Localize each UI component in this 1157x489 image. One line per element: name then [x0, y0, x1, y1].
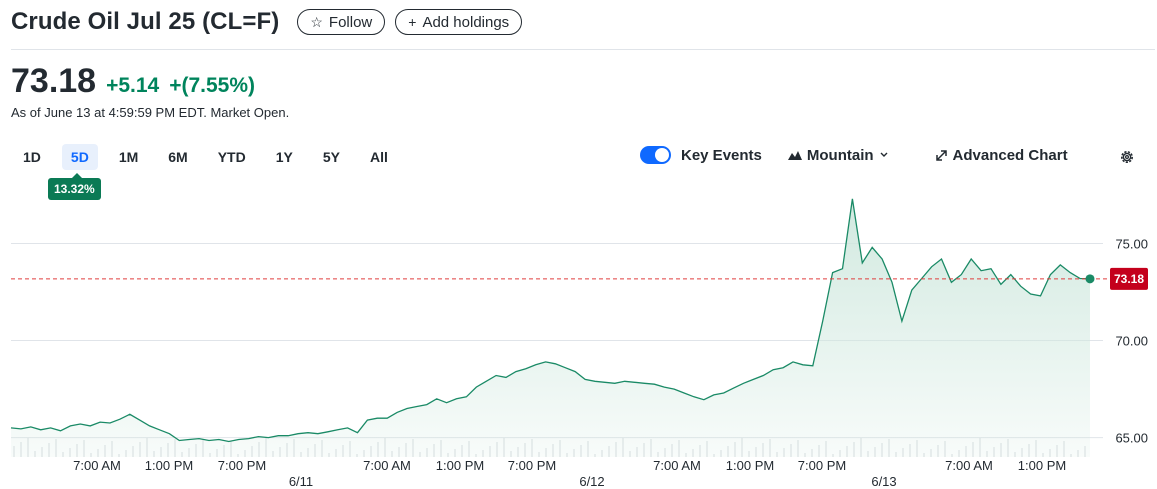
expand-arrows-icon: [935, 149, 947, 161]
quote-summary: 73.18 +5.14 +(7.55%): [11, 62, 255, 101]
add-holdings-button[interactable]: + Add holdings: [395, 9, 523, 35]
key-events-label: Key Events: [681, 146, 762, 164]
x-tick-label: 7:00 PM: [218, 458, 266, 473]
x-tick-label: 1:00 PM: [436, 458, 484, 473]
gear-icon[interactable]: [1119, 149, 1135, 165]
header: Crude Oil Jul 25 (CL=F) ☆ Follow + Add h…: [11, 8, 523, 36]
plus-icon: +: [408, 14, 417, 30]
y-tick-label: 70.00: [1115, 334, 1148, 349]
last-price-badge-label: 73.18: [1114, 272, 1144, 286]
toggle-knob: [655, 148, 669, 162]
quote-page: Crude Oil Jul 25 (CL=F) ☆ Follow + Add h…: [0, 0, 1157, 489]
x-tick-label: 7:00 PM: [508, 458, 556, 473]
page-title: Crude Oil Jul 25 (CL=F): [11, 8, 280, 35]
x-tick-label: 7:00 PM: [798, 458, 846, 473]
x-tick-label: 1:00 PM: [726, 458, 774, 473]
x-tick-label: 7:00 AM: [363, 458, 411, 473]
mountain-icon: [787, 151, 802, 160]
range-tab-ytd[interactable]: YTD: [209, 144, 255, 170]
x-tick-label: 1:00 PM: [145, 458, 193, 473]
range-tab-5y[interactable]: 5Y: [314, 144, 349, 170]
range-tab-1d[interactable]: 1D: [14, 144, 50, 170]
y-tick-label: 75.00: [1115, 237, 1148, 252]
header-divider: [11, 49, 1155, 50]
last-price-marker: [1085, 274, 1095, 284]
range-tab-5d[interactable]: 5D: [61, 144, 98, 170]
range-tab-all[interactable]: All: [361, 144, 397, 170]
follow-button[interactable]: ☆ Follow: [297, 9, 386, 35]
date-label: 6/12: [579, 474, 604, 489]
key-events-toggle[interactable]: [640, 146, 671, 164]
add-holdings-label: Add holdings: [422, 13, 510, 31]
chart-controls: Key Events Mountain Advanced Chart: [640, 146, 1068, 164]
time-range-tabs: 1D 5D 1M 6M YTD 1Y 5Y All: [14, 144, 409, 170]
y-tick-label: 65.00: [1115, 431, 1148, 446]
advanced-chart-button[interactable]: Advanced Chart: [935, 147, 1068, 164]
price-chart[interactable]: 65.00 70.00 75.00 73.18 7:00 AM 1:00 PM 7:00 P…: [0, 195, 1157, 489]
chart-type-label: Mountain: [806, 146, 874, 164]
range-tab-6m[interactable]: 6M: [159, 144, 196, 170]
last-price: 73.18: [11, 62, 97, 100]
x-tick-label: 7:00 AM: [653, 458, 701, 473]
price-area: [11, 198, 1090, 457]
advanced-chart-label: Advanced Chart: [952, 146, 1068, 164]
date-label: 6/13: [871, 474, 896, 489]
range-tab-1y[interactable]: 1Y: [267, 144, 302, 170]
x-tick-label: 7:00 AM: [945, 458, 993, 473]
follow-label: Follow: [328, 13, 373, 31]
x-tick-label: 7:00 AM: [73, 458, 121, 473]
as-of-timestamp: As of June 13 at 4:59:59 PM EDT. Market …: [11, 105, 290, 120]
star-icon: ☆: [310, 14, 323, 30]
price-change: +5.14: [106, 74, 160, 97]
chevron-down-icon: [880, 152, 888, 157]
chart-type-dropdown[interactable]: Mountain: [787, 146, 889, 164]
price-change-percent: +(7.55%): [169, 74, 256, 97]
date-label: 6/11: [289, 474, 313, 489]
range-tab-1m[interactable]: 1M: [110, 144, 147, 170]
x-tick-label: 1:00 PM: [1018, 458, 1066, 473]
